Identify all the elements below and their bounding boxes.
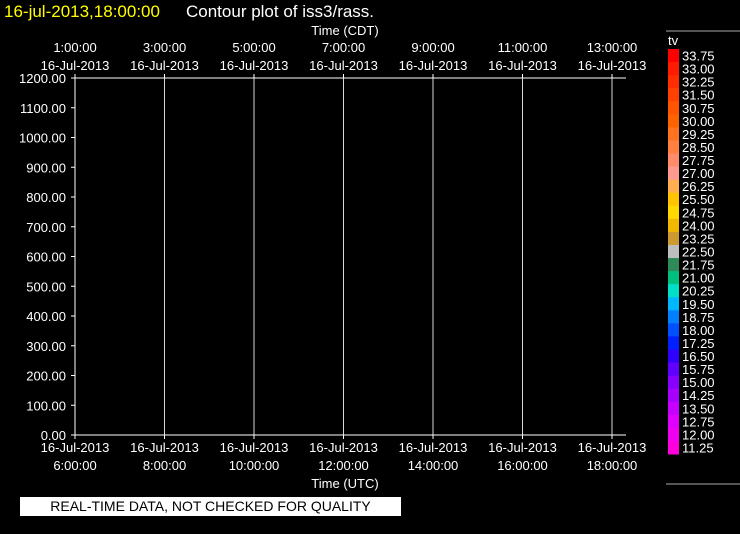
colorbar-swatch xyxy=(668,427,679,442)
colorbar-swatch xyxy=(668,401,679,416)
top-tick-date: 16-Jul-2013 xyxy=(578,58,647,73)
colorbar-swatch xyxy=(668,88,679,102)
y-tick-label: 1200.00 xyxy=(19,71,66,86)
colorbar-swatch xyxy=(668,375,679,390)
top-tick-time: 13:00:00 xyxy=(587,40,638,55)
top-tick-time: 7:00:00 xyxy=(322,40,365,55)
plot-area: 0.00100.00200.00300.00400.00500.00600.00… xyxy=(19,23,646,491)
top-tick-date: 16-Jul-2013 xyxy=(488,58,557,73)
bottom-tick-time: 10:00:00 xyxy=(229,458,280,473)
colorbar-value: 11.25 xyxy=(682,440,714,455)
bottom-tick-time: 16:00:00 xyxy=(497,458,548,473)
colorbar-swatch xyxy=(668,127,679,141)
colorbar-label: tv xyxy=(668,33,679,48)
colorbar-swatch xyxy=(668,62,679,76)
quality-warning-banner: REAL-TIME DATA, NOT CHECKED FOR QUALITY xyxy=(20,497,401,516)
top-tick-date: 16-Jul-2013 xyxy=(41,58,110,73)
top-tick-time: 3:00:00 xyxy=(143,40,186,55)
colorbar-swatch xyxy=(668,349,679,364)
y-tick-label: 100.00 xyxy=(26,398,66,413)
colorbar-swatch xyxy=(668,231,679,246)
colorbar-swatch xyxy=(668,440,679,455)
y-tick-label: 200.00 xyxy=(26,369,66,384)
y-tick-label: 900.00 xyxy=(26,160,66,175)
colorbar-swatch xyxy=(668,310,679,324)
top-tick-time: 9:00:00 xyxy=(411,40,454,55)
y-tick-label: 1100.00 xyxy=(20,101,66,116)
y-tick-label: 700.00 xyxy=(26,220,66,235)
colorbar-swatch xyxy=(668,75,679,89)
colorbar-swatch xyxy=(668,297,679,311)
bottom-tick-time: 12:00:00 xyxy=(318,458,369,473)
bottom-tick-date: 16-Jul-2013 xyxy=(578,440,647,455)
colorbar-swatch xyxy=(668,336,679,350)
y-tick-label: 300.00 xyxy=(26,339,66,354)
bottom-tick-date: 16-Jul-2013 xyxy=(130,440,199,455)
colorbar-swatch xyxy=(668,362,679,377)
bottom-tick-time: 18:00:00 xyxy=(587,458,638,473)
colorbar-swatch xyxy=(668,49,679,63)
bottom-tick-date: 16-Jul-2013 xyxy=(309,440,378,455)
colorbar-swatch xyxy=(668,192,679,207)
colorbar-swatch xyxy=(668,258,679,272)
top-tick-date: 16-Jul-2013 xyxy=(220,58,289,73)
y-tick-label: 1000.00 xyxy=(19,131,66,146)
y-tick-label: 500.00 xyxy=(26,279,66,294)
bottom-tick-date: 16-Jul-2013 xyxy=(220,440,289,455)
top-tick-date: 16-Jul-2013 xyxy=(399,58,468,73)
colorbar: tv33.7533.0032.2531.5030.7530.0029.2528.… xyxy=(666,30,740,485)
bottom-tick-date: 16-Jul-2013 xyxy=(488,440,557,455)
colorbar-swatch xyxy=(668,153,679,168)
y-tick-label: 400.00 xyxy=(26,309,66,324)
bottom-tick-date: 16-Jul-2013 xyxy=(41,440,110,455)
colorbar-swatch xyxy=(668,271,679,285)
colorbar-swatch xyxy=(668,114,679,128)
bottom-tick-date: 16-Jul-2013 xyxy=(399,440,468,455)
top-tick-time: 11:00:00 xyxy=(498,40,548,55)
top-tick-date: 16-Jul-2013 xyxy=(130,58,199,73)
colorbar-swatch xyxy=(668,101,679,115)
colorbar-swatch xyxy=(668,284,679,298)
colorbar-swatch xyxy=(668,205,679,220)
top-tick-time: 1:00:00 xyxy=(53,40,96,55)
colorbar-swatch xyxy=(668,414,679,429)
top-tick-date: 16-Jul-2013 xyxy=(309,58,378,73)
colorbar-swatch xyxy=(668,244,679,259)
colorbar-swatch xyxy=(668,140,679,155)
colorbar-swatch xyxy=(668,388,679,403)
bottom-axis-label: Time (UTC) xyxy=(311,476,378,491)
colorbar-swatch xyxy=(668,166,679,181)
bottom-tick-time: 14:00:00 xyxy=(408,458,459,473)
colorbar-swatch xyxy=(668,179,679,194)
colorbar-swatch xyxy=(668,218,679,233)
top-tick-time: 5:00:00 xyxy=(232,40,275,55)
y-tick-label: 600.00 xyxy=(26,250,66,265)
contour-chart: 0.00100.00200.00300.00400.00500.00600.00… xyxy=(19,23,740,491)
bottom-tick-time: 6:00:00 xyxy=(53,458,96,473)
y-tick-label: 800.00 xyxy=(26,190,66,205)
top-axis-label: Time (CDT) xyxy=(311,23,378,38)
colorbar-swatch xyxy=(668,323,679,337)
bottom-tick-time: 8:00:00 xyxy=(143,458,186,473)
